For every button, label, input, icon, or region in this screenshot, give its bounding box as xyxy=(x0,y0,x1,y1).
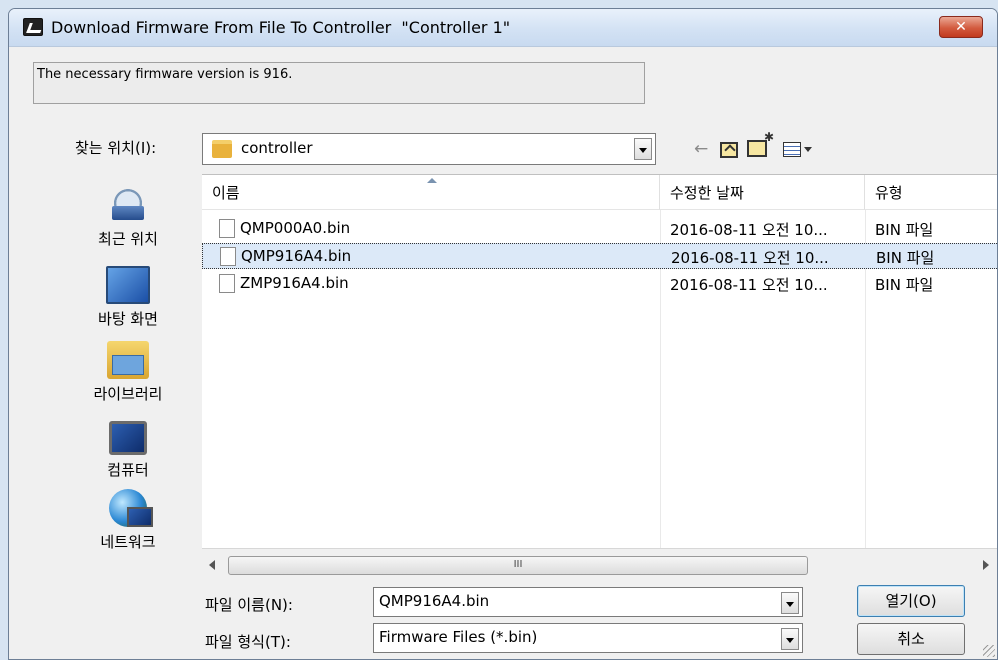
file-name: QMP916A4.bin xyxy=(241,247,352,265)
library-icon xyxy=(107,341,149,379)
desktop-icon xyxy=(106,266,150,304)
chevron-down-icon[interactable] xyxy=(634,138,652,160)
chevron-down-icon[interactable] xyxy=(781,628,799,650)
file-icon xyxy=(220,247,236,266)
column-header-name[interactable]: 이름 xyxy=(202,175,660,210)
place-label: 바탕 화면 xyxy=(98,310,158,328)
file-name-input[interactable]: QMP916A4.bin xyxy=(373,587,803,617)
scroll-right-icon[interactable] xyxy=(983,560,989,570)
file-type: BIN 파일 xyxy=(875,276,934,294)
file-icon xyxy=(219,274,235,293)
scroll-thumb[interactable]: III xyxy=(228,556,808,575)
file-name: ZMP916A4.bin xyxy=(240,274,349,292)
cancel-button[interactable]: 취소 xyxy=(857,623,965,655)
sort-ascending-icon xyxy=(427,178,437,183)
up-folder-icon[interactable] xyxy=(720,142,738,158)
file-icon xyxy=(219,219,235,238)
title-bar[interactable]: Download Firmware From File To Controlle… xyxy=(9,9,997,47)
resize-grip-icon[interactable] xyxy=(983,645,995,657)
file-date: 2016-08-11 오전 10... xyxy=(670,276,828,294)
place-computer[interactable]: 컴퓨터 xyxy=(53,421,203,480)
scroll-left-icon[interactable] xyxy=(209,560,215,570)
file-name-label: 파일 이름(N): xyxy=(205,596,293,614)
folder-icon xyxy=(212,140,232,158)
view-dropdown-arrow-icon[interactable] xyxy=(804,147,812,152)
file-name: QMP000A0.bin xyxy=(240,219,351,237)
recent-places-icon xyxy=(108,186,148,224)
column-header-type[interactable]: 유형 xyxy=(865,175,997,210)
file-date: 2016-08-11 오전 10... xyxy=(670,221,828,239)
file-row[interactable]: ZMP916A4.bin 2016-08-11 오전 10... BIN 파일 xyxy=(202,271,997,297)
file-row[interactable]: QMP000A0.bin 2016-08-11 오전 10... BIN 파일 xyxy=(202,216,997,242)
look-in-dropdown[interactable]: controller xyxy=(202,133,656,165)
place-label: 최근 위치 xyxy=(98,230,158,248)
close-button[interactable]: ✕ xyxy=(939,16,983,38)
column-header-label: 이름 xyxy=(212,184,240,202)
chevron-down-icon[interactable] xyxy=(781,592,799,614)
back-icon[interactable]: ← xyxy=(694,139,708,159)
open-button[interactable]: 열기(O) xyxy=(857,585,965,617)
info-message: The necessary firmware version is 916. xyxy=(33,62,645,104)
column-header-date[interactable]: 수정한 날짜 xyxy=(660,175,865,210)
file-name-value: QMP916A4.bin xyxy=(379,592,490,610)
place-recent[interactable]: 최근 위치 xyxy=(53,186,203,249)
file-type-value: Firmware Files (*.bin) xyxy=(379,628,538,646)
place-label: 라이브러리 xyxy=(93,385,163,403)
place-label: 네트워크 xyxy=(100,533,156,551)
places-bar: 최근 위치 바탕 화면 라이브러리 컴퓨터 네트워크 xyxy=(53,174,203,584)
file-type-select[interactable]: Firmware Files (*.bin) xyxy=(373,623,803,653)
computer-icon xyxy=(109,421,147,455)
place-desktop[interactable]: 바탕 화면 xyxy=(53,266,203,329)
horizontal-scrollbar[interactable]: III xyxy=(202,548,997,582)
view-menu-icon[interactable] xyxy=(783,142,801,157)
file-type: BIN 파일 xyxy=(875,221,934,239)
place-network[interactable]: 네트워크 xyxy=(53,489,203,552)
look-in-value: controller xyxy=(241,139,313,157)
place-library[interactable]: 라이브러리 xyxy=(53,341,203,404)
file-type: BIN 파일 xyxy=(876,249,935,267)
look-in-label: 찾는 위치(I): xyxy=(75,139,157,157)
file-open-dialog: Download Firmware From File To Controlle… xyxy=(8,8,998,660)
file-date: 2016-08-11 오전 10... xyxy=(671,249,829,267)
new-folder-icon[interactable] xyxy=(747,130,774,157)
file-list[interactable]: 이름 수정한 날짜 유형 QMP000A0.bin 2016-08-11 오전 … xyxy=(202,174,997,582)
network-icon xyxy=(109,489,153,527)
place-label: 컴퓨터 xyxy=(107,461,149,479)
file-row-selected[interactable]: QMP916A4.bin 2016-08-11 오전 10... BIN 파일 xyxy=(202,243,997,269)
dialog-title: Download Firmware From File To Controlle… xyxy=(51,18,511,37)
file-type-label: 파일 형식(T): xyxy=(205,633,291,651)
app-icon xyxy=(23,18,43,36)
